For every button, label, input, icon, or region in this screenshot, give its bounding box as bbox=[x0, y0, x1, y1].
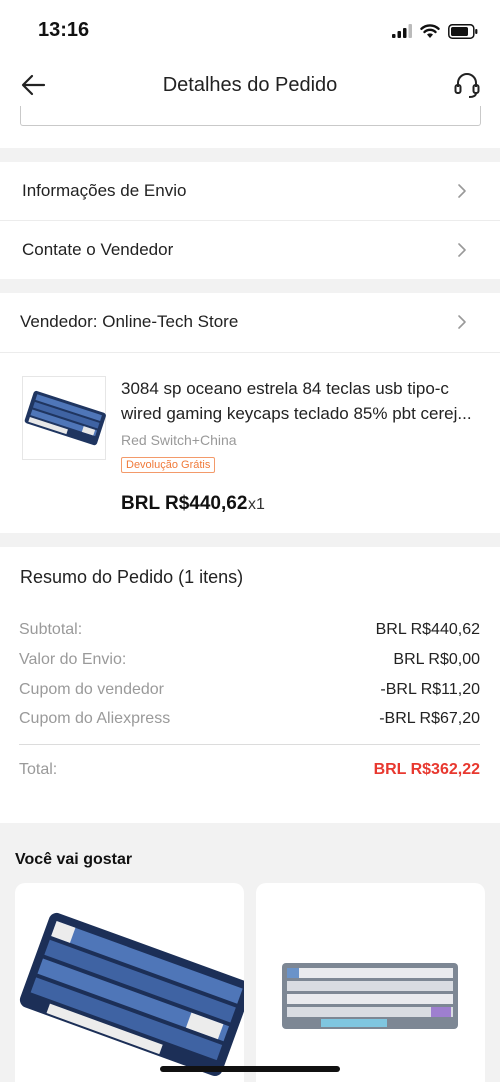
home-indicator[interactable] bbox=[160, 1066, 340, 1072]
shipping-cost-row: Valor do Envio: BRL R$0,00 bbox=[19, 651, 480, 673]
status-icons bbox=[392, 20, 478, 42]
product-variant: Red Switch+China bbox=[121, 432, 237, 448]
subtotal-row: Subtotal: BRL R$440,62 bbox=[19, 621, 480, 643]
total-label: Total: bbox=[19, 761, 58, 778]
free-return-badge: Devolução Grátis bbox=[121, 457, 216, 473]
product-title-line1: 3084 sp oceano estrela 84 teclas usb tip… bbox=[121, 379, 449, 398]
shipping-cost-label: Valor do Envio: bbox=[19, 651, 127, 668]
divider bbox=[0, 352, 500, 353]
chevron-right-icon bbox=[458, 243, 466, 257]
subtotal-value: BRL R$440,62 bbox=[375, 621, 480, 638]
product-title[interactable]: 3084 sp oceano estrela 84 teclas usb tip… bbox=[121, 376, 481, 426]
customer-support-icon[interactable] bbox=[452, 70, 482, 100]
order-details-screen: 13:16 Detalhes do Pedido Informações de … bbox=[0, 0, 500, 1082]
battery-icon bbox=[448, 23, 478, 39]
order-summary-title: Resumo do Pedido (1 itens) bbox=[20, 567, 244, 587]
seller-row[interactable]: Vendedor: Online-Tech Store bbox=[0, 293, 500, 351]
recommendations-title: Você vai gostar bbox=[15, 851, 133, 868]
recommended-product-card[interactable] bbox=[256, 883, 485, 1082]
recommended-product-card[interactable] bbox=[15, 883, 244, 1082]
chevron-right-icon bbox=[458, 315, 466, 329]
wifi-icon bbox=[420, 23, 440, 38]
aliexpress-coupon-label: Cupom do Aliexpress bbox=[19, 710, 171, 727]
seller-coupon-value: -BRL R$11,20 bbox=[380, 681, 480, 698]
links-card: Informações de Envio Contate o Vendedor bbox=[0, 162, 500, 279]
address-box-strip bbox=[0, 106, 500, 148]
keyboard-image bbox=[19, 912, 244, 1076]
subtotal-label: Subtotal: bbox=[19, 621, 83, 638]
shipping-cost-value: BRL R$0,00 bbox=[393, 651, 480, 668]
seller-coupon-row: Cupom do vendedor -BRL R$11,20 bbox=[19, 681, 480, 703]
seller-coupon-label: Cupom do vendedor bbox=[19, 681, 164, 698]
seller-name: Vendedor: Online-Tech Store bbox=[20, 312, 239, 331]
status-time: 13:16 bbox=[38, 19, 90, 41]
page-title: Detalhes do Pedido bbox=[162, 74, 338, 96]
total-value: BRL R$362,22 bbox=[373, 761, 480, 778]
product-price: BRL R$440,62 bbox=[121, 493, 248, 514]
summary-divider bbox=[19, 744, 480, 745]
product-thumbnail[interactable] bbox=[22, 376, 106, 460]
contact-seller-row[interactable]: Contate o Vendedor bbox=[0, 221, 500, 279]
shipping-info-label: Informações de Envio bbox=[22, 181, 187, 200]
keyboard-image bbox=[282, 963, 458, 1029]
product-title-line2: wired gaming keycaps teclado 85% pbt cer… bbox=[121, 404, 472, 423]
shipping-info-row[interactable]: Informações de Envio bbox=[0, 162, 500, 220]
address-box-edge bbox=[20, 106, 481, 126]
keyboard-image bbox=[24, 390, 106, 446]
total-row: Total: BRL R$362,22 bbox=[19, 761, 480, 783]
aliexpress-coupon-value: -BRL R$67,20 bbox=[379, 710, 480, 727]
product-quantity: x1 bbox=[248, 496, 265, 513]
aliexpress-coupon-row: Cupom do Aliexpress -BRL R$67,20 bbox=[19, 710, 480, 732]
signal-icon bbox=[392, 24, 412, 38]
nav-bar: Detalhes do Pedido bbox=[0, 60, 500, 110]
status-bar: 13:16 bbox=[0, 0, 500, 60]
chevron-right-icon bbox=[458, 184, 466, 198]
contact-seller-label: Contate o Vendedor bbox=[22, 240, 174, 259]
